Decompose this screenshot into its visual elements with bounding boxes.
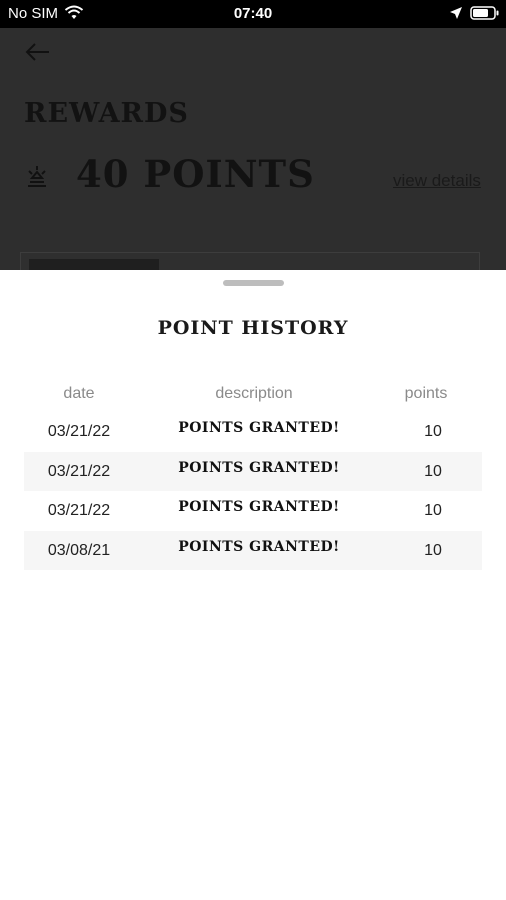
battery-icon: [470, 6, 499, 20]
column-header-date: date: [63, 385, 95, 402]
point-history-sheet: POINT HISTORY date description points 03…: [0, 270, 506, 900]
row-description: POINTS GRANTED!: [178, 459, 340, 476]
table-row: 03/21/22 POINTS GRANTED! 10: [24, 451, 482, 491]
row-description: POINTS GRANTED!: [178, 538, 340, 555]
rewards-screen-dimmed: REWARDS 40 POINTS view details: [0, 28, 506, 278]
row-points: 10: [424, 423, 442, 440]
column-header-points: points: [404, 385, 448, 402]
view-details-link[interactable]: view details: [393, 171, 481, 191]
status-bar: No SIM 07:40: [0, 0, 506, 28]
points-icon: [28, 166, 46, 187]
clock: 07:40: [233, 5, 273, 22]
table-row: 03/08/21 POINTS GRANTED! 10: [24, 530, 482, 570]
column-header-description: description: [215, 385, 293, 402]
table-row: 03/21/22 POINTS GRANTED! 10: [24, 491, 482, 531]
location-arrow-icon: [450, 7, 462, 19]
points-total: 40 POINTS: [76, 152, 315, 196]
row-description: POINTS GRANTED!: [178, 499, 340, 515]
row-points: 10: [424, 541, 442, 559]
sheet-title: POINT HISTORY: [157, 317, 349, 339]
row-date: 03/21/22: [47, 462, 111, 480]
table-header: date description points: [24, 378, 482, 412]
row-description: POINTS GRANTED!: [178, 420, 340, 436]
back-arrow-icon[interactable]: [24, 42, 50, 62]
page-title: REWARDS: [24, 98, 189, 129]
row-date: 03/21/22: [47, 502, 111, 519]
table-row: 03/21/22 POINTS GRANTED! 10: [24, 412, 482, 452]
row-points: 10: [424, 462, 442, 480]
row-points: 10: [424, 502, 442, 519]
row-date: 03/08/21: [47, 541, 111, 559]
row-date: 03/21/22: [47, 423, 111, 440]
point-history-table: date description points 03/21/22 POINTS …: [24, 378, 482, 570]
sheet-drag-handle[interactable]: [223, 280, 284, 286]
